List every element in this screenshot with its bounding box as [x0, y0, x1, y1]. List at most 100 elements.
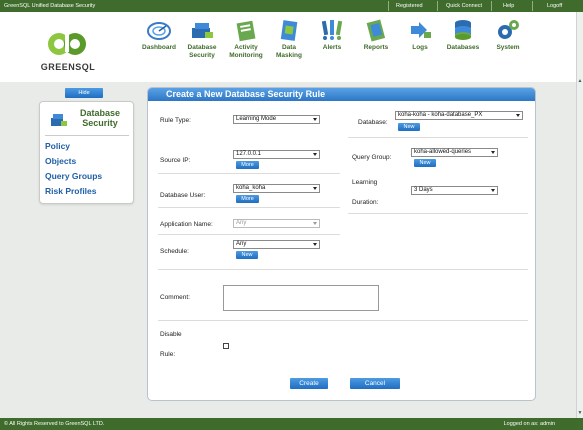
sidebar-item-query-groups[interactable]: Query Groups	[45, 171, 102, 181]
greensql-logo-icon	[48, 26, 86, 55]
source-ip-value: 127.0.0.1	[236, 151, 262, 157]
header: GREENSQL Dashboard Database Security Act…	[0, 12, 578, 82]
source-ip-label: Source IP:	[160, 157, 191, 164]
sidebar-item-objects[interactable]: Objects	[45, 156, 76, 166]
nav-database-security-label: Database Security	[187, 44, 217, 59]
source-ip-select[interactable]: 127.0.0.1	[233, 150, 320, 159]
nav-alerts[interactable]: Alerts	[314, 18, 350, 52]
comment-label: Comment:	[160, 294, 190, 301]
chevron-down-icon	[516, 114, 520, 117]
app-title: GreenSQL Unified Database Security	[4, 3, 96, 9]
registered-link[interactable]: Registered	[396, 3, 423, 9]
topbar-divider	[491, 1, 492, 11]
sidebar-item-risk-profiles[interactable]: Risk Profiles	[45, 186, 97, 196]
nav-dashboard[interactable]: Dashboard	[136, 18, 182, 52]
create-button[interactable]: Create	[290, 378, 328, 389]
nav-logs[interactable]: Logs	[402, 18, 438, 52]
row-divider	[348, 137, 528, 138]
footer: © All Rights Reserved to GreenSQL LTD. L…	[0, 418, 583, 430]
new-database-button[interactable]: New	[398, 123, 420, 131]
query-group-select[interactable]: koha-allowed-queries	[411, 148, 498, 157]
rule-type-select[interactable]: Learning Mode	[233, 115, 320, 124]
nav-activity-monitoring[interactable]: Activity Monitoring	[223, 18, 269, 60]
dashboard-icon	[147, 22, 171, 40]
database-value: koha-koha - koha-database_PX	[398, 112, 483, 118]
schedule-select[interactable]: Any	[233, 240, 320, 249]
row-divider	[158, 173, 340, 174]
source-ip-more-button[interactable]: More	[236, 161, 259, 169]
database-user-value: koha_koha	[236, 185, 266, 191]
disable-rule-label-line1: Disable	[160, 331, 182, 338]
nav-reports-label: Reports	[363, 44, 389, 51]
nav-system-label: System	[496, 44, 520, 51]
topbar-divider	[388, 1, 389, 11]
schedule-label: Schedule:	[160, 248, 189, 255]
new-query-group-button[interactable]: New	[414, 159, 436, 167]
chevron-down-icon	[313, 187, 317, 190]
nav-databases[interactable]: Databases	[441, 18, 485, 52]
cancel-button[interactable]: Cancel	[350, 378, 400, 389]
nav-alerts-label: Alerts	[322, 44, 342, 51]
sidebar-heading-label: Database Security	[79, 108, 121, 128]
application-name-select[interactable]: Any	[233, 219, 320, 228]
database-select[interactable]: koha-koha - koha-database_PX	[395, 111, 523, 120]
row-divider	[348, 213, 528, 214]
application-name-label: Application Name:	[160, 221, 213, 228]
chevron-down-icon	[313, 118, 317, 121]
database-user-label: Database User:	[160, 192, 206, 199]
logs-icon	[411, 22, 431, 38]
nav-database-security[interactable]: Database Security	[182, 18, 222, 60]
section-divider	[158, 269, 528, 270]
scroll-down-arrow-icon[interactable]: ▼	[577, 410, 583, 416]
database-security-icon	[192, 23, 213, 38]
hide-sidebar-button[interactable]: Hide	[65, 88, 103, 98]
query-group-label: Query Group:	[352, 154, 392, 161]
nav-data-masking[interactable]: Data Masking	[269, 18, 309, 60]
scroll-up-arrow-icon[interactable]: ▲	[577, 78, 583, 84]
row-divider	[158, 207, 340, 208]
comment-textarea[interactable]	[223, 285, 379, 311]
top-bar: GreenSQL Unified Database Security Regis…	[0, 0, 583, 12]
nav-system[interactable]: System	[489, 18, 527, 52]
nav-databases-label: Databases	[446, 44, 480, 51]
sidebar-divider	[45, 135, 129, 136]
nav-activity-monitoring-label: Activity Monitoring	[229, 44, 263, 59]
reports-icon	[366, 19, 386, 42]
vertical-scrollbar[interactable]: ▲ ▼	[576, 12, 583, 418]
greensql-logo[interactable]: GREENSQL	[38, 24, 98, 79]
copyright-text: © All Rights Reserved to GreenSQL LTD.	[4, 421, 105, 427]
row-divider	[158, 234, 340, 235]
quick-connect-link[interactable]: Quick Connect	[446, 3, 482, 9]
nav-dashboard-label: Dashboard	[142, 44, 176, 51]
logoff-link[interactable]: Logoff	[547, 3, 562, 9]
sidebar-item-policy[interactable]: Policy	[45, 141, 70, 151]
learning-duration-label-line1: Learning	[352, 179, 378, 186]
chevron-down-icon	[491, 151, 495, 154]
sidebar-panel: Database Security Policy Objects Query G…	[39, 101, 134, 204]
logo-wordmark: GREENSQL	[40, 62, 96, 72]
topbar-divider	[532, 1, 533, 11]
rule-type-value: Learning Mode	[236, 116, 277, 122]
learning-duration-select[interactable]: 3 Days	[411, 186, 498, 195]
chevron-down-icon	[313, 153, 317, 156]
database-label: Database:	[358, 119, 388, 126]
database-user-more-button[interactable]: More	[236, 195, 259, 203]
sidebar-heading: Database Security	[45, 107, 129, 131]
alerts-icon	[321, 20, 343, 40]
database-user-select[interactable]: koha_koha	[233, 184, 320, 193]
system-gears-icon	[498, 20, 519, 39]
chevron-down-icon	[313, 243, 317, 246]
rule-type-label: Rule Type:	[160, 117, 191, 124]
topbar-divider	[437, 1, 438, 11]
query-group-value: koha-allowed-queries	[414, 149, 472, 155]
new-schedule-button[interactable]: New	[236, 251, 258, 259]
help-link[interactable]: Help	[503, 3, 514, 9]
disable-rule-label-line2: Rule:	[160, 351, 176, 358]
nav-reports[interactable]: Reports	[356, 18, 396, 52]
disable-rule-checkbox[interactable]	[223, 343, 229, 349]
databases-icon	[455, 20, 471, 40]
database-security-icon	[51, 114, 67, 126]
section-divider	[158, 320, 528, 321]
learning-duration-value: 3 Days	[414, 187, 433, 193]
panel-title: Create a New Database Security Rule	[148, 88, 535, 101]
